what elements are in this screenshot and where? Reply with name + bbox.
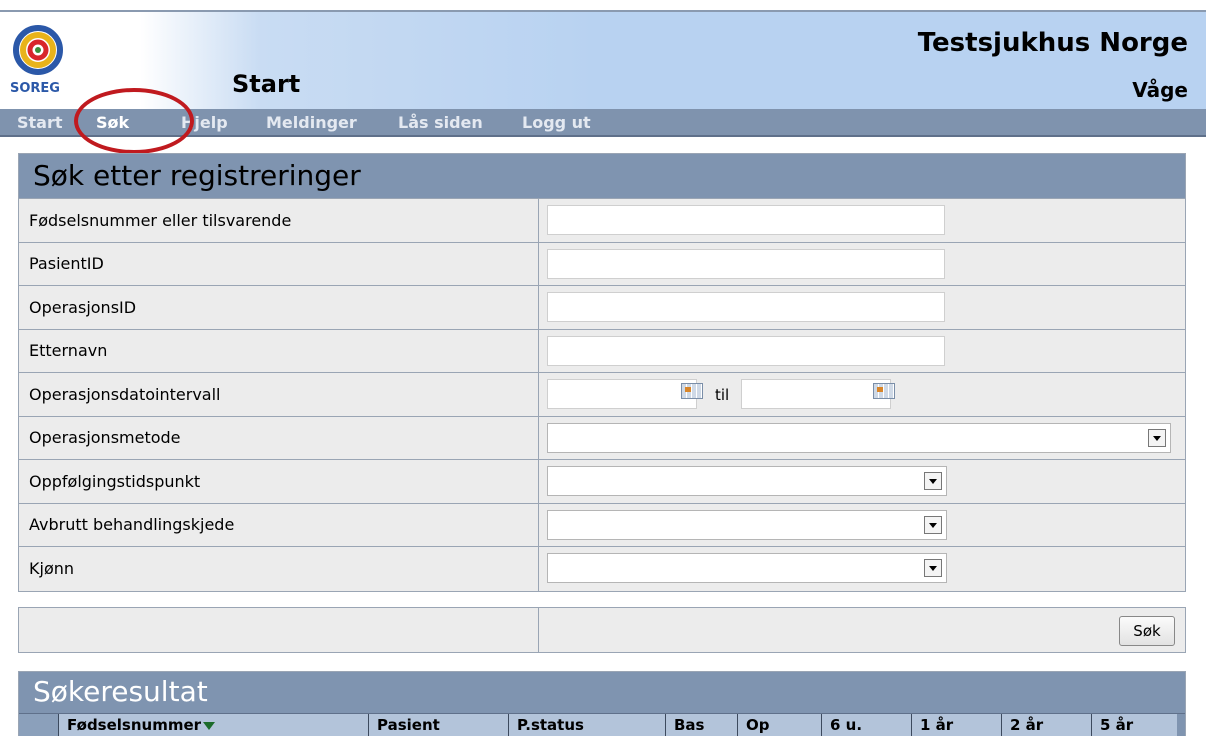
app-header: SOREG Start Testsjukhus Norge Våge [0,10,1206,109]
form-row-patient-id: PasientID [19,242,1185,286]
main-nav: Start Søk Hjelp Meldinger Lås siden Logg… [0,109,1206,137]
method-label: Operasjonsmetode [19,416,539,459]
nav-item-logout[interactable]: Logg ut [522,113,591,132]
calendar-icon[interactable] [681,383,703,399]
chevron-down-icon[interactable] [1148,428,1166,447]
form-row-date-interval: Operasjonsdatointervall til [19,373,1185,417]
column-header-1yr[interactable]: 1 år [912,714,1002,736]
soreg-logo-icon: SOREG [10,25,63,96]
fnr-label: Fødselsnummer eller tilsvarende [19,199,539,242]
operation-id-input[interactable] [547,292,945,322]
nav-item-start[interactable]: Start [17,113,63,132]
top-spacer [0,0,1206,10]
date-interval-label: Operasjonsdatointervall [19,373,539,416]
column-header-6u[interactable]: 6 u. [822,714,912,736]
column-header-pstatus[interactable]: P.status [509,714,666,736]
fnr-input[interactable] [547,205,945,235]
form-row-operation-id: OperasjonsID [19,286,1185,330]
search-button[interactable]: Søk [1119,616,1175,646]
form-row-aborted: Avbrutt behandlingskjede [19,503,1185,547]
date-to-label: til [715,386,730,404]
method-select[interactable] [547,422,1171,453]
form-row-fnr: Fødselsnummer eller tilsvarende [19,199,1185,243]
column-header-op[interactable]: Op [738,714,822,736]
chevron-down-icon[interactable] [924,472,942,490]
followup-select[interactable] [547,466,947,496]
aborted-label: Avbrutt behandlingskjede [19,503,539,546]
form-row-method: Operasjonsmetode [19,416,1185,460]
results-panel: Søkeresultat Fødselsnummer Pasient P.sta… [18,671,1186,736]
gender-select[interactable] [547,553,947,583]
form-row-gender: Kjønn [19,547,1185,591]
patient-id-label: PasientID [19,242,539,285]
lastname-input[interactable] [547,335,945,366]
operation-id-label: OperasjonsID [19,286,539,329]
nav-item-messages[interactable]: Meldinger [266,113,357,132]
column-header-5yr[interactable]: 5 år [1092,714,1177,736]
select-column-header [19,714,59,736]
date-to-input[interactable] [741,379,891,409]
page-title: Start [232,70,301,98]
nav-item-help[interactable]: Hjelp [181,113,228,132]
patient-id-input[interactable] [547,248,945,279]
form-row-followup: Oppfølgingstidspunkt [19,460,1185,504]
column-header-fnr[interactable]: Fødselsnummer [59,714,369,736]
column-header-patient[interactable]: Pasient [369,714,509,736]
followup-label: Oppfølgingstidspunkt [19,460,539,503]
logo-text: SOREG [10,81,60,96]
results-title: Søkeresultat [19,672,1185,713]
nav-item-lock-page[interactable]: Lås siden [398,113,483,132]
nav-item-search[interactable]: Søk [96,113,129,132]
organization-unit: Våge [1132,78,1188,102]
chevron-down-icon[interactable] [924,559,942,577]
gender-label: Kjønn [19,547,539,591]
lastname-label: Etternavn [19,329,539,372]
search-action-bar: Søk [18,607,1186,653]
form-row-lastname: Etternavn [19,329,1185,373]
sort-desc-icon [203,721,216,730]
column-header-bas[interactable]: Bas [666,714,738,736]
search-form-panel: Søk etter registreringer Fødselsnummer e… [18,153,1186,592]
results-column-headers: Fødselsnummer Pasient P.status Bas Op 6 … [19,713,1185,736]
calendar-icon[interactable] [873,383,895,399]
search-form-title: Søk etter registreringer [19,154,1185,199]
aborted-select[interactable] [547,509,947,540]
column-header-2yr[interactable]: 2 år [1002,714,1092,736]
date-from-input[interactable] [547,379,697,409]
organization-name: Testsjukhus Norge [917,28,1188,58]
chevron-down-icon[interactable] [924,515,942,534]
